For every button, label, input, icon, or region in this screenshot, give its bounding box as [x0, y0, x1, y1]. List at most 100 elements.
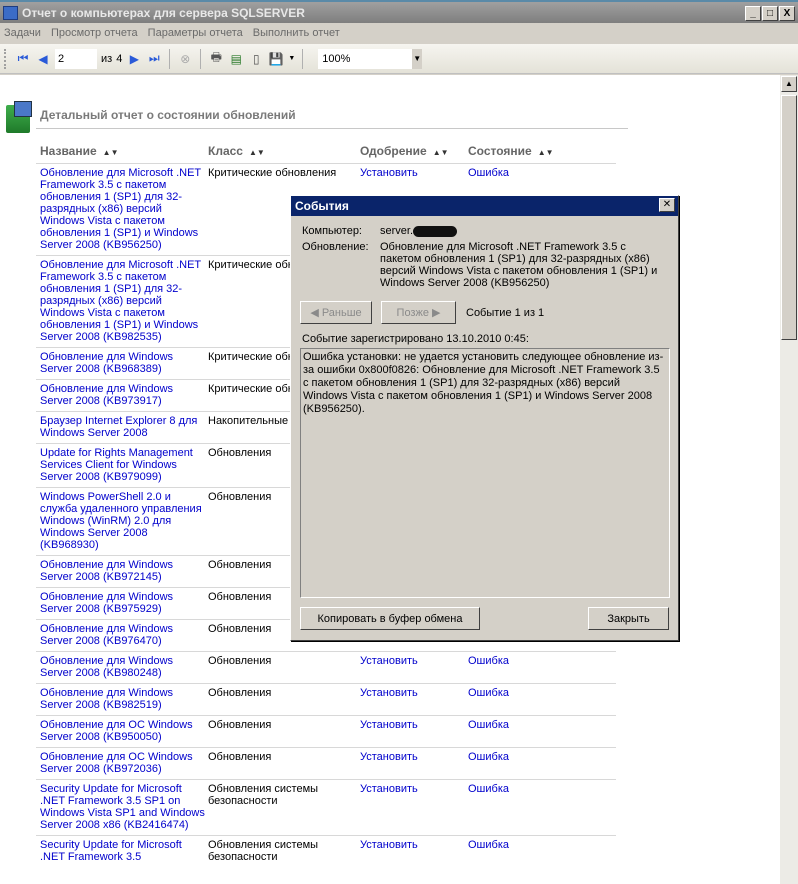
approval-link[interactable]: Установить [360, 687, 468, 711]
update-name-link[interactable]: Обновление для Windows Server 2008 (KB96… [36, 351, 208, 375]
approval-link[interactable]: Установить [360, 655, 468, 679]
computer-value: server. [380, 225, 670, 237]
status-link[interactable]: Ошибка [468, 839, 568, 863]
zoom-select[interactable]: 100% ▼ [318, 48, 423, 69]
chevron-down-icon[interactable]: ▼ [412, 48, 423, 69]
table-row: Обновление для Windows Server 2008 (KB98… [36, 683, 616, 715]
update-name-link[interactable]: Обновление для Windows Server 2008 (KB98… [36, 655, 208, 679]
page-input[interactable] [55, 48, 97, 69]
update-name-link[interactable]: Security Update for Microsoft .NET Frame… [36, 839, 208, 863]
update-name-link[interactable]: Обновление для Windows Server 2008 (KB97… [36, 623, 208, 647]
sort-icon: ▲▼ [432, 148, 449, 157]
menu-run-report[interactable]: Выполнить отчет [253, 27, 340, 39]
column-header-class[interactable]: Класс ▲▼ [208, 144, 265, 158]
app-icon [3, 6, 18, 20]
report-title: Детальный отчет о состоянии обновлений [40, 108, 296, 122]
column-header-status[interactable]: Состояние ▲▼ [468, 144, 554, 158]
next-page-icon[interactable]: ▶ [126, 52, 142, 66]
separator [200, 48, 202, 69]
events-dialog: События ✕ Компьютер: server. Обновление: … [290, 195, 679, 641]
update-class: Обновления системы безопасности [208, 839, 319, 863]
update-class: Обновления [208, 687, 272, 699]
update-name-link[interactable]: Обновление для Microsoft .NET Framework … [36, 259, 208, 343]
table-row: Обновление для Windows Server 2008 (KB98… [36, 651, 616, 683]
print-icon[interactable]: 🖶 [208, 48, 224, 69]
scroll-up-icon[interactable]: ▲ [781, 76, 797, 92]
redacted-blur [413, 225, 458, 237]
print-layout-icon[interactable]: ▤ [228, 52, 244, 66]
update-name-link[interactable]: Обновление для ОС Windows Server 2008 (K… [36, 751, 208, 775]
approval-link[interactable]: Установить [360, 751, 468, 775]
computer-label: Компьютер: [302, 225, 362, 237]
update-label: Обновление: [302, 241, 369, 253]
sort-icon: ▲▼ [102, 148, 119, 157]
update-name-link[interactable]: Windows PowerShell 2.0 и служба удаленно… [36, 491, 208, 551]
report-icon [6, 101, 32, 133]
minimize-button[interactable]: _ [745, 6, 761, 21]
total-pages: 4 [116, 52, 123, 65]
column-header-approval[interactable]: Одобрение ▲▼ [360, 144, 449, 158]
update-name-link[interactable]: Обновление для Windows Server 2008 (KB97… [36, 559, 208, 583]
of-label: из [101, 52, 113, 65]
column-header-name[interactable]: Название ▲▼ [40, 144, 119, 158]
close-button[interactable]: X [779, 6, 795, 21]
close-dialog-button[interactable]: Закрыть [588, 607, 669, 630]
stop-icon[interactable]: ⊗ [177, 52, 193, 66]
event-logged: Событие зарегистрировано 13.10.2010 0:45… [302, 333, 529, 345]
separator [169, 48, 171, 69]
update-class: Обновления [208, 719, 272, 731]
event-counter: Событие 1 из 1 [466, 307, 545, 319]
update-class: Обновления [208, 655, 272, 667]
dialog-close-icon[interactable]: ✕ [659, 198, 675, 212]
first-page-icon[interactable]: ⏮ [15, 51, 31, 66]
maximize-button[interactable]: □ [762, 6, 778, 21]
update-name-link[interactable]: Обновление для Windows Server 2008 (KB97… [36, 383, 208, 407]
scroll-thumb[interactable] [781, 95, 797, 340]
prev-page-icon[interactable]: ◀ [35, 52, 51, 66]
window-title: Отчет о компьютерах для сервера SQLSERVE… [22, 5, 305, 20]
window-titlebar: Отчет о компьютерах для сервера SQLSERVE… [0, 0, 798, 23]
later-button[interactable]: Позже ▶ [381, 301, 456, 324]
update-value: Обновление для Microsoft .NET Framework … [380, 241, 658, 289]
arrow-right-icon: ▶ [428, 307, 441, 319]
table-row: Обновление для ОС Windows Server 2008 (K… [36, 715, 616, 747]
menu-view-report[interactable]: Просмотр отчета [51, 27, 138, 39]
approval-link[interactable]: Установить [360, 719, 468, 743]
event-message[interactable]: Ошибка установки: не удается установить … [300, 348, 670, 598]
status-link[interactable]: Ошибка [468, 719, 568, 743]
save-icon[interactable]: 💾 [268, 52, 284, 66]
approval-link[interactable]: Установить [360, 783, 468, 831]
separator [302, 48, 304, 69]
status-link[interactable]: Ошибка [468, 687, 568, 711]
sort-icon: ▲▼ [537, 148, 554, 157]
arrow-left-icon: ◀ [310, 307, 322, 319]
page-setup-icon[interactable]: ▯ [248, 52, 264, 66]
update-name-link[interactable]: Update for Rights Management Services Cl… [36, 447, 208, 483]
update-name-link[interactable]: Обновление для Windows Server 2008 (KB97… [36, 591, 208, 615]
update-name-link[interactable]: Обновление для Windows Server 2008 (KB98… [36, 687, 208, 711]
menu-report-params[interactable]: Параметры отчета [148, 27, 243, 39]
table-row: Security Update for Microsoft .NET Frame… [36, 835, 616, 867]
menu-tasks[interactable]: Задачи [4, 27, 41, 39]
update-name-link[interactable]: Обновление для Microsoft .NET Framework … [36, 167, 208, 251]
menu-bar: Задачи Просмотр отчета Параметры отчета … [0, 23, 798, 43]
copy-clipboard-button[interactable]: Копировать в буфер обмена [300, 607, 480, 630]
status-link[interactable]: Ошибка [468, 783, 568, 831]
dialog-titlebar: События ✕ [291, 196, 678, 216]
update-name-link[interactable]: Обновление для ОС Windows Server 2008 (K… [36, 719, 208, 743]
approval-link[interactable]: Установить [360, 839, 468, 863]
divider [36, 128, 628, 129]
status-link[interactable]: Ошибка [468, 655, 568, 679]
last-page-icon[interactable]: ⏭ [146, 51, 162, 66]
sort-icon: ▲▼ [248, 148, 265, 157]
vertical-scrollbar[interactable]: ▲ [780, 75, 798, 884]
chevron-down-icon[interactable]: ▼ [288, 55, 295, 62]
update-name-link[interactable]: Security Update for Microsoft .NET Frame… [36, 783, 208, 831]
table-row: Security Update for Microsoft .NET Frame… [36, 779, 616, 835]
toolbar-grip [4, 48, 7, 69]
update-name-link[interactable]: Браузер Internet Explorer 8 для Windows … [36, 415, 208, 439]
update-class: Обновления системы безопасности [208, 783, 319, 807]
earlier-button[interactable]: ◀ Раньше [300, 301, 372, 324]
table-row: Обновление для ОС Windows Server 2008 (K… [36, 747, 616, 779]
status-link[interactable]: Ошибка [468, 751, 568, 775]
